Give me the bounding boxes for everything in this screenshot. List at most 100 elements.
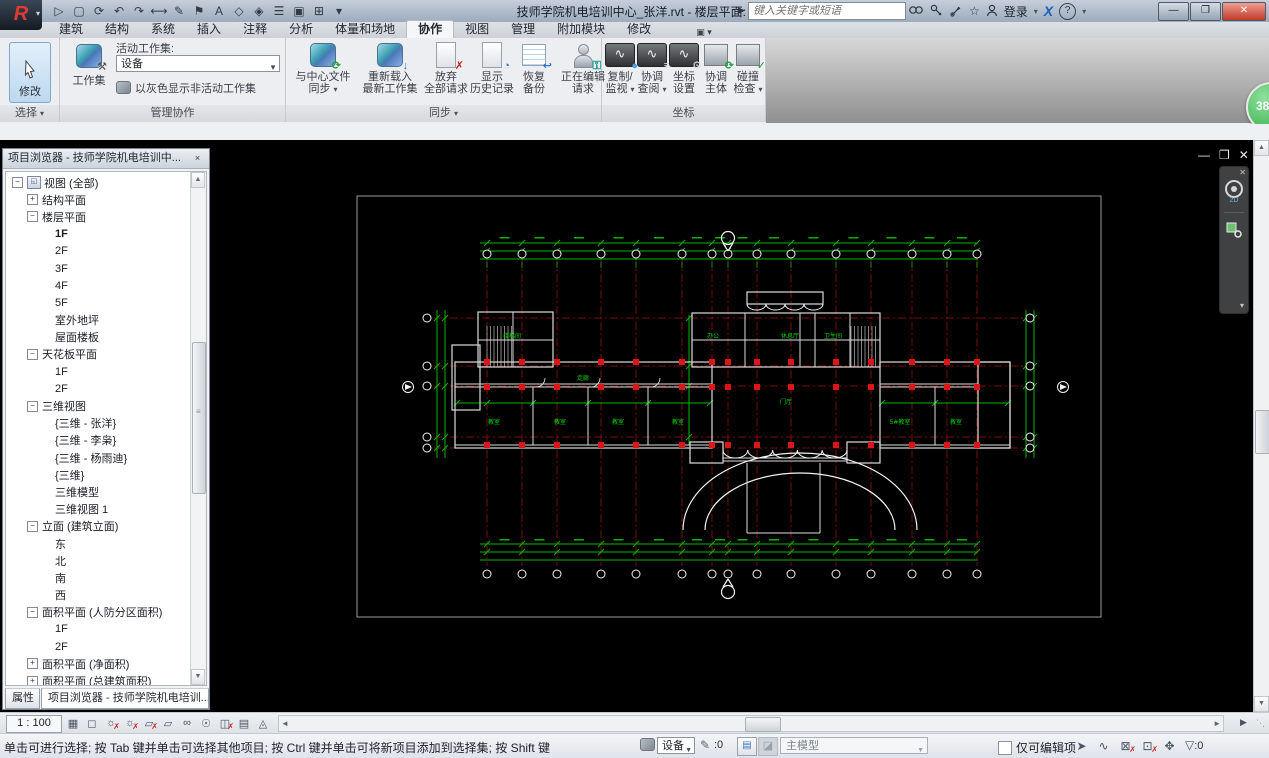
restore-backup-button[interactable]: ↩ 恢复 备份 — [516, 41, 552, 95]
tab-massing-site[interactable]: 体量和场地 — [324, 21, 406, 38]
copy-monitor-button[interactable]: ∿ ● 复制/监视 ▾ — [604, 41, 638, 96]
help-search-box[interactable] — [748, 2, 906, 20]
detail-level-icon[interactable]: ▦ — [64, 715, 82, 731]
tree-item[interactable]: 1F — [6, 226, 192, 243]
redo-icon[interactable]: ↷ — [130, 2, 148, 20]
scroll-right-icon[interactable]: ► — [1213, 719, 1221, 728]
tree-collapse-icon[interactable]: − — [27, 606, 38, 618]
editing-requests-icon[interactable]: ✎ — [700, 738, 710, 752]
tab-annotate[interactable]: 注释 — [232, 21, 278, 38]
coordination-review-button[interactable]: ∿ ≡ 协调 查阅 ▾ — [636, 41, 670, 96]
favorites-star-icon[interactable]: ☆ — [969, 2, 980, 20]
browser-scrollbar[interactable]: ▲ ▼ — [190, 172, 206, 685]
tree-item[interactable]: + 面积平面 (净面积) — [6, 655, 192, 672]
browser-scroll-up-icon[interactable]: ▲ — [191, 172, 205, 188]
minimize-button[interactable]: — — [1158, 2, 1189, 21]
active-workset-select[interactable]: 设备 ▼ — [116, 55, 280, 72]
horizontal-scrollbar[interactable]: ◄ ► — [278, 715, 1224, 732]
sign-in-user-icon[interactable] — [986, 2, 998, 20]
tree-item[interactable]: − 天花板平面 — [6, 346, 192, 363]
tab-structure[interactable]: 结构 — [94, 21, 140, 38]
search-input[interactable] — [749, 4, 905, 18]
navbar-caret-icon[interactable]: ▾ — [1240, 301, 1244, 310]
save-icon[interactable]: ▢ — [70, 2, 88, 20]
tree-collapse-icon[interactable]: − — [27, 348, 38, 360]
close-inactive-windows-icon[interactable]: ▣ — [290, 2, 308, 20]
tree-collapse-icon[interactable]: − — [27, 211, 38, 223]
open-icon[interactable]: ▷ — [50, 2, 68, 20]
relinquish-all-button[interactable]: ✗ 放弃 全部请求 — [424, 41, 468, 95]
select-links-icon[interactable]: ∿ — [1094, 737, 1113, 754]
tree-item[interactable]: + 面积平面 (总建筑面积) — [6, 672, 192, 685]
sync-with-central-button[interactable]: ⟳ 与中心文件 同步 ▾ — [290, 41, 356, 96]
select-underlay-icon[interactable]: ⊡ ✗ — [1138, 737, 1158, 755]
tab-insert[interactable]: 插入 — [186, 21, 232, 38]
show-history-button[interactable]: ◔ 显示 历史记录 — [470, 41, 514, 95]
measure-icon[interactable]: ✎ — [170, 2, 188, 20]
tree-collapse-icon[interactable]: − — [27, 520, 38, 532]
tree-expand-icon[interactable]: + — [27, 658, 38, 670]
tab-modify[interactable]: 修改 — [616, 21, 662, 38]
tab-architecture[interactable]: 建筑 — [48, 21, 94, 38]
design-option-select[interactable]: 主模型 ▼ — [780, 737, 928, 754]
view-restore-icon[interactable]: ❐ — [1219, 148, 1230, 162]
navbar-close-icon[interactable]: ✕ — [1239, 168, 1246, 177]
tab-view[interactable]: 视图 — [454, 21, 500, 38]
search-icon[interactable] — [908, 2, 924, 20]
coordination-host-button[interactable]: ⟳ 协调 主体 — [700, 41, 734, 95]
tree-expand-icon[interactable]: + — [27, 194, 38, 206]
synchronize-panel-label[interactable]: 同步 ▾ — [286, 105, 601, 122]
project-browser-title[interactable]: 项目浏览器 - 技师学院机电培训中... × — [3, 149, 209, 169]
tab-analyze[interactable]: 分析 — [278, 21, 324, 38]
text-icon[interactable]: A — [210, 2, 228, 20]
help-icon[interactable]: ? — [1059, 2, 1077, 20]
thin-lines-icon[interactable]: ☰ — [270, 2, 288, 20]
select-pinned-icon[interactable]: ⊠ ✗ — [1116, 737, 1136, 755]
gray-inactive-worksets-toggle[interactable]: 以灰色显示非活动工作集 — [116, 80, 256, 96]
scroll-up-icon[interactable]: ▲ — [1254, 140, 1269, 156]
scroll-down-icon[interactable]: ▼ — [1254, 696, 1269, 712]
tree-item[interactable]: 东 — [6, 535, 192, 552]
analytical-model-icon[interactable]: ◬ — [254, 715, 272, 731]
sun-path-icon[interactable]: ☼ ✗ — [102, 715, 120, 731]
resize-grip[interactable]: ⋱ — [1256, 718, 1265, 729]
tree-item[interactable]: 2F — [6, 243, 192, 260]
tree-item[interactable]: − 楼层平面 — [6, 208, 192, 225]
restore-button[interactable]: ❐ — [1190, 2, 1221, 21]
selection-filter-icon[interactable]: ▽:0 — [1185, 738, 1203, 752]
tree-item[interactable]: − 面积平面 (人防分区面积) — [6, 604, 192, 621]
tree-item[interactable]: 2F — [6, 638, 192, 655]
communication-center-icon[interactable] — [949, 2, 963, 20]
crop-view-icon[interactable]: ▱ ✗ — [140, 715, 158, 731]
tree-item[interactable]: 三维视图 1 — [6, 501, 192, 518]
reveal-hidden-icon[interactable]: ☉ — [197, 715, 215, 731]
application-menu-button[interactable]: R ▾ — [0, 0, 42, 30]
tree-item[interactable]: {三维 - 张洋} — [6, 415, 192, 432]
tree-item[interactable]: 三维模型 — [6, 483, 192, 500]
steering-wheel-icon[interactable] — [1224, 179, 1244, 199]
tab-systems[interactable]: 系统 — [140, 21, 186, 38]
view-close-icon[interactable]: ✕ — [1239, 148, 1249, 162]
browser-scroll-thumb[interactable] — [192, 342, 206, 494]
search-expand-icon[interactable]: ▶ — [738, 5, 745, 16]
select-panel-label[interactable]: 选择 ▾ — [0, 105, 59, 122]
browser-close-icon[interactable]: × — [189, 151, 206, 167]
sign-in-label[interactable]: 登录 — [1004, 3, 1028, 20]
view-scale-button[interactable]: 1 : 100 — [6, 715, 62, 733]
scroll-left-icon[interactable]: ◄ — [281, 719, 289, 728]
qat-customize-icon[interactable]: ▾ — [330, 2, 348, 20]
tab-properties[interactable]: 属性 — [5, 688, 40, 709]
view-minimize-icon[interactable]: — — [1198, 148, 1210, 162]
default-3d-view-icon[interactable]: ◇ — [230, 2, 248, 20]
interference-check-button[interactable]: ✓ 碰撞 检查 ▾ — [732, 41, 766, 96]
close-button[interactable]: ✕ — [1222, 2, 1266, 21]
tab-manage[interactable]: 管理 — [500, 21, 546, 38]
coordination-settings-button[interactable]: ∿ ⚙ 坐标 设置 — [668, 41, 702, 95]
vertical-scroll-thumb[interactable] — [1255, 410, 1269, 454]
tree-item[interactable]: {三维 - 李枭} — [6, 432, 192, 449]
tree-item[interactable]: − ◱ 视图 (全部) — [6, 174, 192, 191]
tree-item[interactable]: 屋面楼板 — [6, 329, 192, 346]
ribbon-state-toggle-icon[interactable]: ▣ ▾ — [692, 27, 716, 38]
tree-item[interactable]: 1F — [6, 363, 192, 380]
tree-collapse-icon[interactable]: − — [27, 400, 38, 412]
